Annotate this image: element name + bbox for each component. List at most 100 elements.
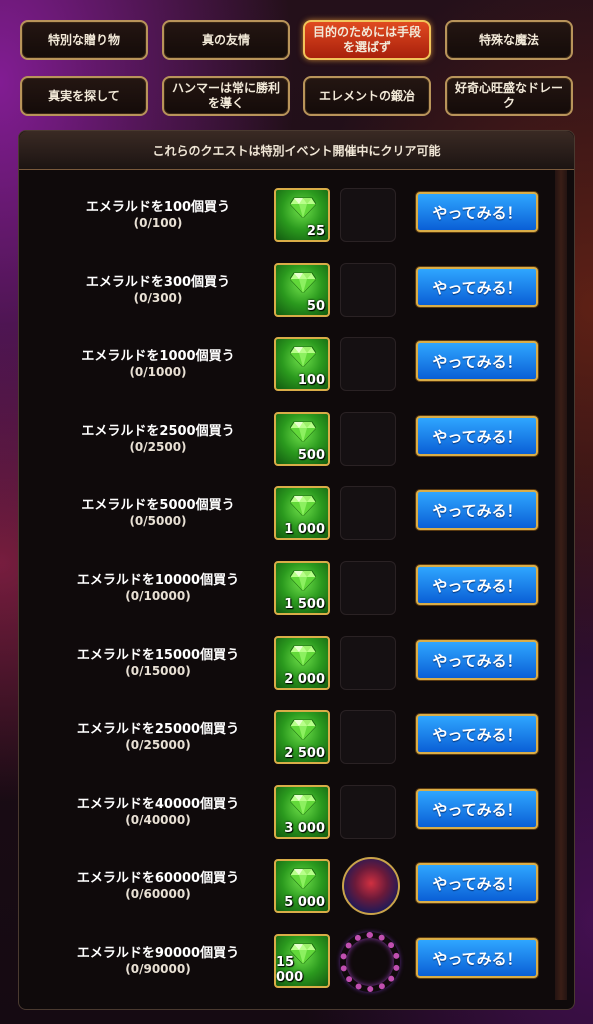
try-button[interactable]: やってみる！ — [416, 938, 538, 978]
emerald-icon — [290, 868, 316, 889]
try-button[interactable]: やってみる！ — [416, 789, 538, 829]
empty-reward-slot — [340, 412, 396, 466]
empty-reward-slot — [340, 188, 396, 242]
quest-progress: (0/5000) — [129, 514, 187, 528]
quest-row: エメラルドを15000個買う (0/15000) 2 000 やってみる！ — [18, 634, 575, 708]
empty-reward-slot — [340, 710, 396, 764]
tab-seek-truth[interactable]: 真実を探して — [20, 76, 148, 116]
quest-row: エメラルドを40000個買う (0/40000) 3 000 やってみる！ — [18, 783, 575, 857]
empty-reward-slot — [340, 263, 396, 317]
try-button[interactable]: やってみる！ — [416, 490, 538, 530]
quest-row: エメラルドを5000個買う (0/5000) 1 000 やってみる！ — [18, 484, 575, 558]
tab-label: エレメントの鍛冶 — [318, 88, 415, 103]
quest-progress: (0/100) — [133, 216, 183, 230]
quest-row: エメラルドを2500個買う (0/2500) 500 やってみる！ — [18, 410, 575, 484]
reward-amount: 50 — [306, 299, 325, 314]
reward-amount: 500 — [297, 448, 325, 463]
quest-title: エメラルドを5000個買う — [81, 498, 235, 513]
tab-label: 特別な贈り物 — [47, 32, 120, 47]
quest-row: エメラルドを25000個買う (0/25000) 2 500 やってみる！ — [18, 708, 575, 782]
dragon-portrait-reward[interactable] — [342, 857, 400, 915]
panel-header: これらのクエストは特別イベント開催中にクリア可能 — [19, 131, 574, 170]
tab-special-gift[interactable]: 特別な贈り物 — [20, 20, 148, 60]
quest-progress: (0/25000) — [125, 738, 191, 752]
try-button[interactable]: やってみる！ — [416, 565, 538, 605]
reward-amount: 15 000 — [276, 955, 304, 985]
emerald-reward[interactable]: 1 500 — [274, 561, 330, 615]
emerald-reward[interactable]: 2 000 — [274, 636, 330, 690]
quest-progress: (0/300) — [133, 291, 183, 305]
quest-title: エメラルドを1000個買う — [81, 349, 235, 364]
quest-progress: (0/60000) — [125, 887, 191, 901]
try-button[interactable]: やってみる！ — [416, 714, 538, 754]
try-button[interactable]: やってみる！ — [416, 341, 538, 381]
quest-title: エメラルドを100個買う — [85, 200, 231, 215]
quest-progress: (0/2500) — [129, 440, 187, 454]
try-button[interactable]: やってみる！ — [416, 267, 538, 307]
emerald-reward[interactable]: 100 — [274, 337, 330, 391]
tab-by-any-means[interactable]: 目的のためには手段を選ばず — [303, 20, 431, 60]
emerald-reward[interactable]: 15 000 — [274, 934, 330, 988]
quest-row: エメラルドを1000個買う (0/1000) 100 やってみる！ — [18, 335, 575, 409]
empty-reward-slot — [340, 636, 396, 690]
tab-label: 好奇心旺盛なドレーク — [454, 81, 563, 110]
quest-row: エメラルドを60000個買う (0/60000) 5 000 やってみる！ — [18, 857, 575, 931]
tab-label: 目的のためには手段を選ばず — [312, 25, 421, 54]
emerald-reward[interactable]: 1 000 — [274, 486, 330, 540]
tab-special-magic[interactable]: 特殊な魔法 — [445, 20, 573, 60]
emerald-reward[interactable]: 25 — [274, 188, 330, 242]
empty-reward-slot — [340, 561, 396, 615]
emerald-icon — [290, 794, 316, 815]
quest-row: エメラルドを10000個買う (0/10000) 1 500 やってみる！ — [18, 559, 575, 633]
emerald-icon — [290, 570, 316, 591]
quest-title: エメラルドを25000個買う — [76, 722, 240, 737]
emerald-reward[interactable]: 5 000 — [274, 859, 330, 913]
emerald-reward[interactable]: 500 — [274, 412, 330, 466]
emerald-reward[interactable]: 2 500 — [274, 710, 330, 764]
quest-progress: (0/10000) — [125, 589, 191, 603]
emerald-icon — [290, 197, 316, 218]
reward-amount: 3 000 — [284, 821, 325, 836]
reward-amount: 1 000 — [284, 522, 325, 537]
quest-row: エメラルドを90000個買う (0/90000) 15 000 やってみる！ — [18, 932, 575, 1006]
quest-title: エメラルドを15000個買う — [76, 648, 240, 663]
quest-title: エメラルドを40000個買う — [76, 797, 240, 812]
tab-hammer-victory[interactable]: ハンマーは常に勝利を導く — [162, 76, 290, 116]
reward-amount: 25 — [306, 224, 325, 239]
quest-row: エメラルドを300個買う (0/300) 50 やってみる！ — [18, 261, 575, 335]
emerald-reward[interactable]: 50 — [274, 263, 330, 317]
reward-amount: 2 500 — [284, 746, 325, 761]
emerald-icon — [290, 272, 316, 293]
empty-reward-slot — [340, 785, 396, 839]
try-button[interactable]: やってみる！ — [416, 416, 538, 456]
try-button[interactable]: やってみる！ — [416, 640, 538, 680]
emerald-icon — [290, 719, 316, 740]
emerald-reward[interactable]: 3 000 — [274, 785, 330, 839]
quest-progress: (0/90000) — [125, 962, 191, 976]
emerald-icon — [290, 421, 316, 442]
tab-label: ハンマーは常に勝利を導く — [171, 81, 280, 110]
tab-curious-drake[interactable]: 好奇心旺盛なドレーク — [445, 76, 573, 116]
quest-title: エメラルドを60000個買う — [76, 871, 240, 886]
quest-title: エメラルドを300個買う — [85, 275, 231, 290]
tab-label: 真実を探して — [48, 88, 120, 103]
emerald-icon — [290, 645, 316, 666]
try-button[interactable]: やってみる！ — [416, 863, 538, 903]
quest-progress: (0/1000) — [129, 365, 187, 379]
quest-title: エメラルドを90000個買う — [76, 946, 240, 961]
quest-title: エメラルドを10000個買う — [76, 573, 240, 588]
quest-row: エメラルドを100個買う (0/100) 25 やってみる！ — [18, 186, 575, 260]
empty-reward-slot — [340, 337, 396, 391]
reward-amount: 5 000 — [284, 895, 325, 910]
reward-amount: 100 — [297, 373, 325, 388]
tab-true-friendship[interactable]: 真の友情 — [162, 20, 290, 60]
empty-reward-slot — [340, 486, 396, 540]
tab-label: 真の友情 — [201, 32, 250, 47]
try-button[interactable]: やってみる！ — [416, 192, 538, 232]
quest-title: エメラルドを2500個買う — [81, 424, 235, 439]
emerald-icon — [290, 495, 316, 516]
tab-element-forge[interactable]: エレメントの鍛冶 — [303, 76, 431, 116]
reward-amount: 2 000 — [284, 672, 325, 687]
avatar-frame-reward[interactable] — [340, 932, 400, 992]
tab-label: 特殊な魔法 — [478, 32, 539, 47]
